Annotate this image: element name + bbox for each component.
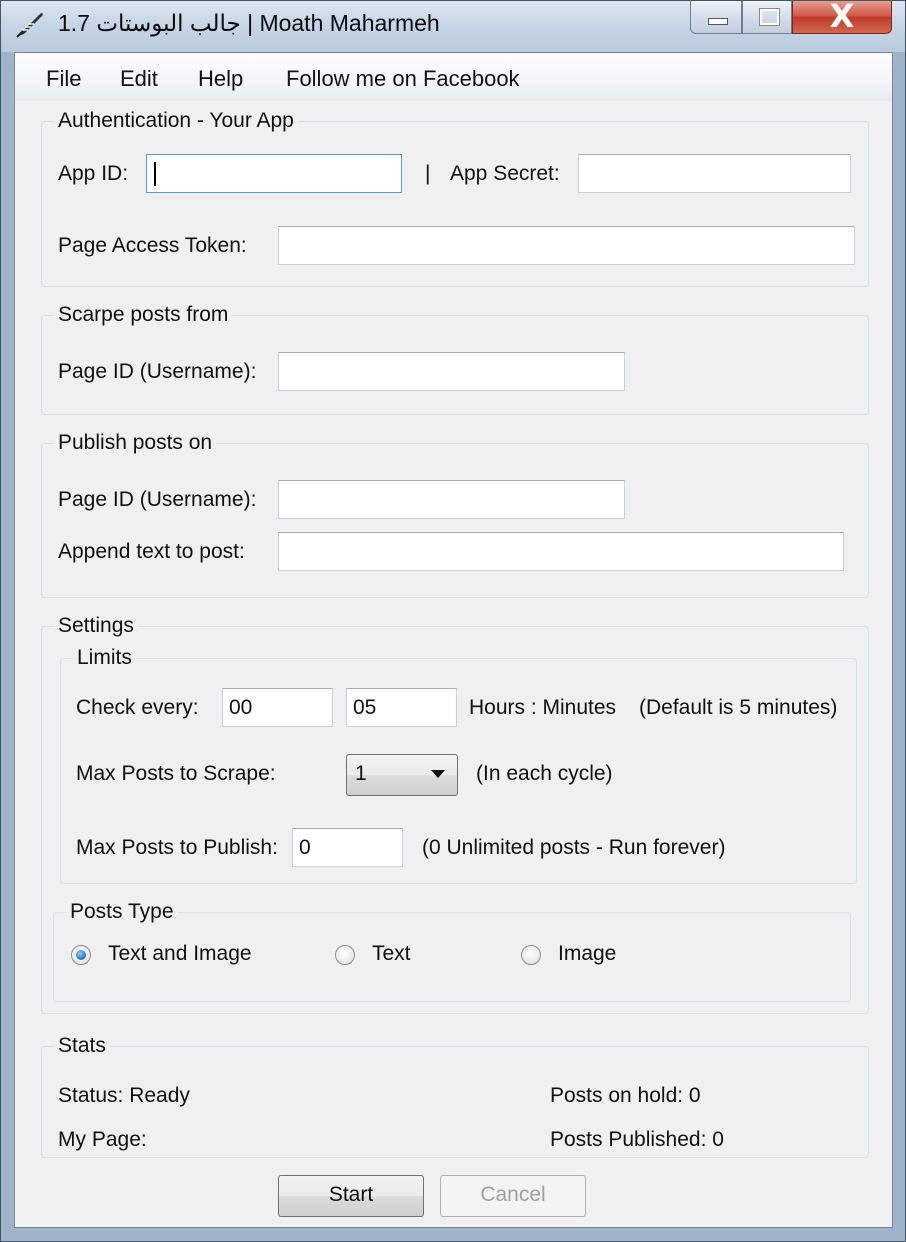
radio-text-and-image[interactable] xyxy=(71,945,91,965)
menu-file[interactable]: File xyxy=(46,66,81,92)
max-publish-note: (0 Unlimited posts - Run forever) xyxy=(422,836,726,859)
check-minutes-input[interactable] xyxy=(346,688,457,727)
my-page-text: My Page: xyxy=(58,1128,147,1151)
feather-icon xyxy=(16,13,43,38)
settings-legend: Settings xyxy=(58,614,134,637)
radio-text-label[interactable]: Text xyxy=(372,942,411,966)
stats-legend: Stats xyxy=(58,1034,106,1057)
window-title: جالب البوستات 1.7 | Moath Maharmeh xyxy=(58,10,440,36)
app-id-input[interactable] xyxy=(146,154,402,193)
default-interval-note: (Default is 5 minutes) xyxy=(639,696,838,719)
posts-on-hold-text: Posts on hold: 0 xyxy=(550,1084,701,1107)
status-text: Status: Ready xyxy=(58,1084,190,1107)
max-publish-input[interactable] xyxy=(292,828,403,867)
append-text-label: Append text to post: xyxy=(58,540,245,563)
chevron-down-icon xyxy=(431,770,445,778)
cancel-button[interactable]: Cancel xyxy=(440,1175,586,1217)
close-button[interactable]: X xyxy=(792,0,892,35)
scrape-legend: Scarpe posts from xyxy=(58,303,229,326)
maximize-button[interactable] xyxy=(742,0,792,34)
max-scrape-value: 1 xyxy=(355,762,367,785)
check-hours-input[interactable] xyxy=(222,688,333,727)
scrape-page-id-label: Page ID (Username): xyxy=(58,360,257,383)
check-every-label: Check every: xyxy=(76,696,199,719)
scrape-page-id-input[interactable] xyxy=(278,352,625,391)
posts-type-legend: Posts Type xyxy=(70,900,174,923)
max-scrape-label: Max Posts to Scrape: xyxy=(76,762,276,785)
radio-text[interactable] xyxy=(335,945,355,965)
app-id-label: App ID: xyxy=(58,162,129,185)
menu-follow-facebook[interactable]: Follow me on Facebook xyxy=(286,66,520,92)
app-secret-input[interactable] xyxy=(578,154,851,193)
max-scrape-note: (In each cycle) xyxy=(476,762,613,785)
publish-page-id-input[interactable] xyxy=(278,480,625,519)
hours-minutes-label: Hours : Minutes xyxy=(469,696,617,719)
start-button[interactable]: Start xyxy=(278,1175,424,1217)
radio-text-and-image-label[interactable]: Text and Image xyxy=(108,942,252,966)
menu-edit[interactable]: Edit xyxy=(120,66,158,92)
page-access-token-input[interactable] xyxy=(278,226,855,265)
limits-legend: Limits xyxy=(77,646,132,669)
radio-image[interactable] xyxy=(521,945,541,965)
app-secret-label: App Secret: xyxy=(450,162,560,185)
append-text-input[interactable] xyxy=(278,532,844,571)
radio-image-label[interactable]: Image xyxy=(558,942,616,966)
close-icon: X xyxy=(829,0,855,35)
publish-page-id-label: Page ID (Username): xyxy=(58,488,257,511)
max-publish-label: Max Posts to Publish: xyxy=(76,836,278,859)
field-separator: | xyxy=(425,162,431,185)
max-scrape-dropdown[interactable]: 1 xyxy=(346,754,458,796)
minimize-icon xyxy=(708,18,728,25)
page-access-token-label: Page Access Token: xyxy=(58,234,247,257)
publish-legend: Publish posts on xyxy=(58,431,213,454)
authentication-legend: Authentication - Your App xyxy=(58,109,294,132)
minimize-button[interactable] xyxy=(690,0,742,34)
posts-published-text: Posts Published: 0 xyxy=(550,1128,724,1151)
menu-help[interactable]: Help xyxy=(198,66,243,92)
text-caret xyxy=(154,162,156,186)
maximize-icon xyxy=(759,8,780,26)
